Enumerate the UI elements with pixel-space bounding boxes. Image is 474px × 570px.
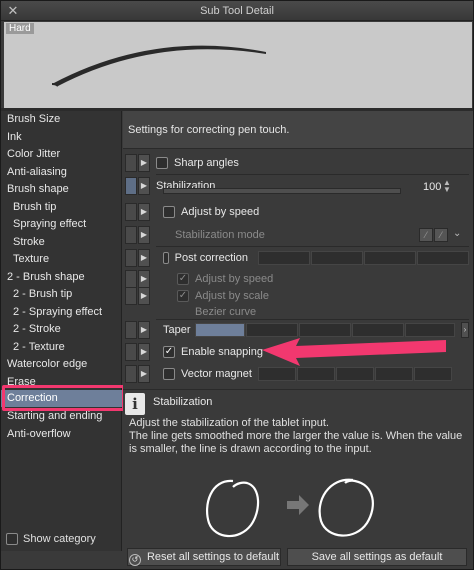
show-in-tool-property-toggle[interactable] bbox=[125, 203, 137, 221]
adjust-by-speed-checkbox[interactable] bbox=[163, 206, 175, 218]
show-in-tool-property-toggle[interactable] bbox=[125, 343, 137, 361]
spinner-icon[interactable]: ▲ ▼ bbox=[443, 179, 451, 194]
show-in-tool-property-toggle[interactable] bbox=[125, 249, 137, 267]
window-title: Sub Tool Detail bbox=[200, 5, 274, 17]
sidebar-item-brush-shape[interactable]: Brush shape bbox=[1, 181, 122, 198]
sidebar-item-stroke[interactable]: Stroke bbox=[1, 234, 122, 251]
show-in-tool-property-toggle[interactable] bbox=[125, 154, 137, 172]
stabilization-mode-label: Stabilization mode bbox=[175, 229, 265, 241]
show-in-tool-property-toggle[interactable] bbox=[125, 321, 137, 339]
info-icon: i bbox=[125, 393, 145, 415]
post-correction-label: Post correction bbox=[174, 252, 248, 264]
sidebar-item-ink[interactable]: Ink bbox=[1, 129, 122, 146]
sidebar-item-brush-size[interactable]: Brush Size bbox=[1, 111, 122, 128]
expand-arrow-icon[interactable]: ▶ bbox=[138, 321, 150, 339]
sidebar-item-anti-aliasing[interactable]: Anti-aliasing bbox=[1, 164, 122, 181]
chevron-down-icon[interactable]: ⌄ bbox=[453, 228, 461, 239]
taper-cells[interactable] bbox=[195, 323, 455, 337]
sidebar-item-2-brush-shape[interactable]: 2 - Brush shape bbox=[1, 269, 122, 286]
post-correction-checkbox[interactable] bbox=[163, 252, 169, 264]
expand-arrow-icon[interactable]: ▶ bbox=[138, 154, 150, 172]
expand-arrow-icon[interactable]: ▶ bbox=[138, 249, 150, 267]
mode-icon-1[interactable]: ⁄ bbox=[419, 228, 433, 242]
sharp-angles-label: Sharp angles bbox=[174, 157, 239, 169]
sidebar-item-erase[interactable]: Erase bbox=[1, 374, 122, 391]
settings-panel: Settings for correcting pen touch. ▶ Sha… bbox=[123, 111, 473, 548]
eye-icon[interactable] bbox=[125, 177, 137, 195]
save-label: Save all settings as default bbox=[311, 551, 443, 563]
sidebar-item-2-texture[interactable]: 2 - Texture bbox=[1, 339, 122, 356]
reset-label: Reset all settings to default bbox=[146, 551, 280, 563]
help-line-1: Adjust the stabilization of the tablet i… bbox=[129, 417, 329, 429]
sidebar-item-brush-tip[interactable]: Brush tip bbox=[1, 199, 122, 216]
sidebar-item-2-brush-tip[interactable]: 2 - Brush tip bbox=[1, 286, 122, 303]
expand-arrow-icon[interactable]: ▶ bbox=[138, 226, 150, 244]
row-enable-snapping: ▶ ✓ Enable snapping bbox=[123, 341, 473, 363]
vector-magnet-cells[interactable] bbox=[257, 367, 452, 381]
row-stabilization-mode: ▶ Stabilization mode ⁄ ⁄ ⌄ bbox=[123, 224, 473, 246]
title-bar: ✕ Sub Tool Detail bbox=[1, 1, 473, 21]
enable-snapping-checkbox[interactable]: ✓ bbox=[163, 346, 175, 358]
help-text: Adjust the stabilization of the tablet i… bbox=[129, 417, 469, 456]
row-post-correction: ▶ Post correction bbox=[123, 247, 473, 269]
expand-arrow-icon[interactable]: ▶ bbox=[138, 365, 150, 383]
category-description: Settings for correcting pen touch. bbox=[123, 111, 473, 149]
show-in-tool-property-toggle[interactable] bbox=[125, 365, 137, 383]
sidebar-item-anti-overflow[interactable]: Anti-overflow bbox=[1, 426, 122, 443]
expand-arrow-icon[interactable]: ▶ bbox=[138, 203, 150, 221]
post-adjust-by-speed-label: Adjust by speed bbox=[195, 273, 274, 285]
vector-magnet-checkbox[interactable] bbox=[163, 368, 175, 380]
show-category-checkbox[interactable] bbox=[6, 533, 18, 545]
stabilization-slider[interactable] bbox=[163, 188, 401, 194]
sidebar-item-2-spraying-effect[interactable]: 2 - Spraying effect bbox=[1, 304, 122, 321]
close-icon[interactable]: ✕ bbox=[5, 3, 21, 19]
stabilization-illustration bbox=[205, 478, 374, 538]
expand-arrow-icon[interactable]: ▶ bbox=[138, 343, 150, 361]
taper-label: Taper bbox=[163, 324, 191, 336]
sidebar-item-spraying-effect[interactable]: Spraying effect bbox=[1, 216, 122, 233]
post-adjust-by-speed-checkbox[interactable]: ✓ bbox=[177, 273, 189, 285]
enable-snapping-label: Enable snapping bbox=[181, 346, 263, 358]
save-all-settings-button[interactable]: Save all settings as default bbox=[287, 548, 467, 566]
vector-magnet-label: Vector magnet bbox=[181, 368, 252, 380]
sharp-angles-checkbox[interactable] bbox=[156, 157, 168, 169]
chevron-right-icon[interactable]: › bbox=[461, 322, 469, 338]
row-taper: ▶ Taper › bbox=[123, 319, 473, 341]
help-line-2: The line gets smoothed more the larger t… bbox=[129, 430, 463, 455]
brush-preview: Hard bbox=[4, 22, 472, 108]
row-adjust-by-speed: ▶ Adjust by speed bbox=[123, 201, 473, 223]
sidebar-item-color-jitter[interactable]: Color Jitter bbox=[1, 146, 122, 163]
show-category-label: Show category bbox=[23, 533, 96, 545]
footer-buttons: ↺ Reset all settings to default Save all … bbox=[123, 548, 473, 569]
show-category-toggle[interactable]: Show category bbox=[6, 532, 96, 546]
row-sharp-angles: ▶ Sharp angles bbox=[123, 152, 473, 174]
sidebar-item-2-stroke[interactable]: 2 - Stroke bbox=[1, 321, 122, 338]
stabilization-value[interactable]: 100 bbox=[423, 181, 441, 193]
bezier-curve-label: Bezier curve bbox=[195, 306, 257, 318]
row-vector-magnet: ▶ Vector magnet bbox=[123, 363, 473, 385]
sidebar-item-watercolor-edge[interactable]: Watercolor edge bbox=[1, 356, 122, 373]
post-correction-level-cells[interactable] bbox=[258, 251, 469, 265]
sidebar-item-texture[interactable]: Texture bbox=[1, 251, 122, 268]
sub-tool-detail-window: ✕ Sub Tool Detail Hard Brush Size Ink Co… bbox=[0, 0, 474, 570]
reset-all-settings-button[interactable]: ↺ Reset all settings to default bbox=[127, 548, 281, 566]
sidebar-item-correction[interactable]: Correction bbox=[1, 390, 122, 407]
mode-icon-2[interactable]: ⁄ bbox=[434, 228, 448, 242]
reset-icon: ↺ bbox=[128, 554, 141, 566]
show-in-tool-property-toggle[interactable] bbox=[125, 226, 137, 244]
expand-arrow-icon[interactable]: ▶ bbox=[138, 177, 150, 195]
help-title: Stabilization bbox=[153, 396, 213, 408]
sidebar-item-starting-and-ending[interactable]: Starting and ending bbox=[1, 408, 122, 425]
help-area: i Stabilization Adjust the stabilization… bbox=[123, 389, 473, 548]
category-list: Brush Size Ink Color Jitter Anti-aliasin… bbox=[1, 111, 122, 551]
brush-stroke-preview bbox=[51, 45, 266, 87]
adjust-by-speed-label: Adjust by speed bbox=[181, 206, 260, 218]
